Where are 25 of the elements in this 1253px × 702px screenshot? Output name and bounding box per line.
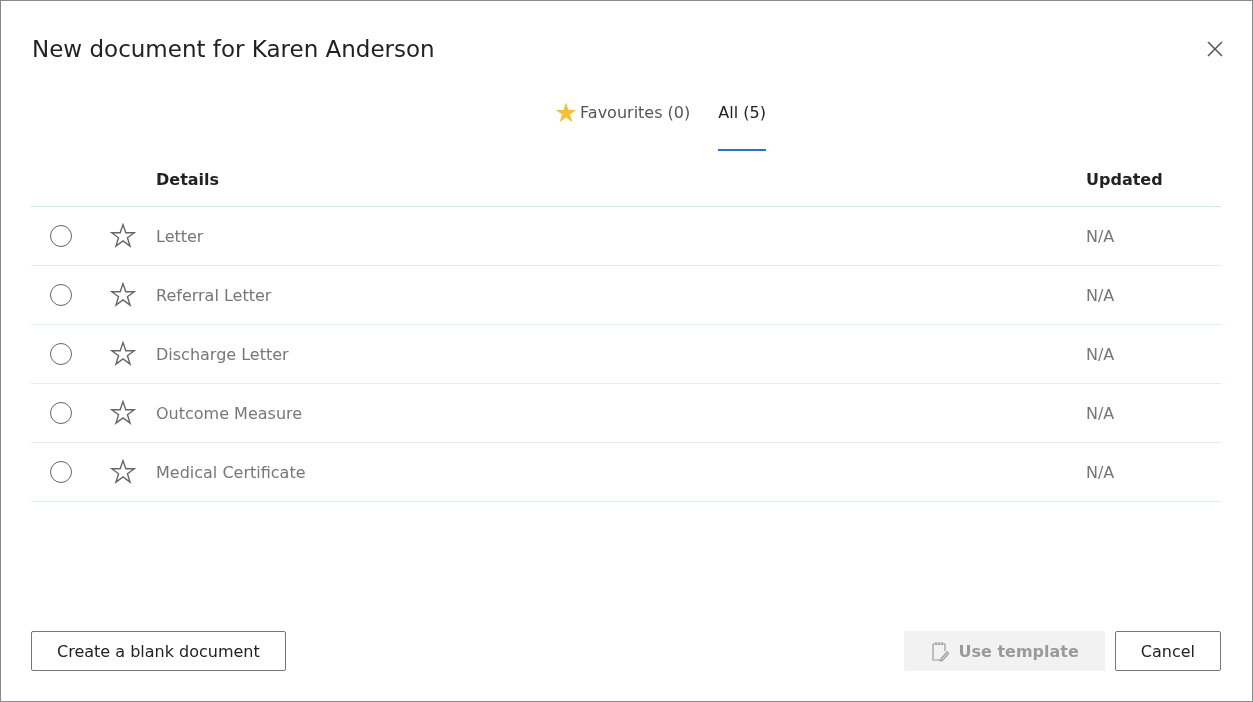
table-cell-text: N/A (1086, 403, 1116, 423)
star-icon (556, 103, 577, 123)
table-cell-text: Discharge Letter (155, 344, 290, 364)
table-cell-text: N/A (1086, 344, 1116, 364)
table-cell-text: Outcome Measure (155, 403, 304, 423)
star-icon[interactable] (110, 223, 136, 249)
table-cell-text: Medical Certificate (155, 462, 307, 482)
table-cell-text: N/A (1086, 226, 1116, 246)
star-icon[interactable] (110, 400, 136, 426)
column-header: Details (155, 169, 221, 189)
tab[interactable]: All (5) (718, 97, 766, 151)
notepad-icon (930, 640, 951, 662)
dialog-title: New document for Karen Anderson (32, 36, 435, 62)
table-cell-text: Referral Letter (155, 285, 273, 305)
star-icon[interactable] (110, 341, 136, 367)
tab[interactable]: Favourites (0) (556, 97, 691, 151)
table-cell-text: Letter (155, 226, 205, 246)
close-icon[interactable] (1207, 41, 1223, 57)
create-blank-button[interactable]: Create a blank document (31, 631, 286, 671)
star-icon[interactable] (110, 282, 136, 308)
cancel-button[interactable]: Cancel (1114, 631, 1221, 671)
table-cell-text: N/A (1086, 285, 1116, 305)
table-cell-text: N/A (1086, 462, 1116, 482)
column-header: Updated (1086, 169, 1164, 189)
star-icon[interactable] (110, 459, 136, 485)
